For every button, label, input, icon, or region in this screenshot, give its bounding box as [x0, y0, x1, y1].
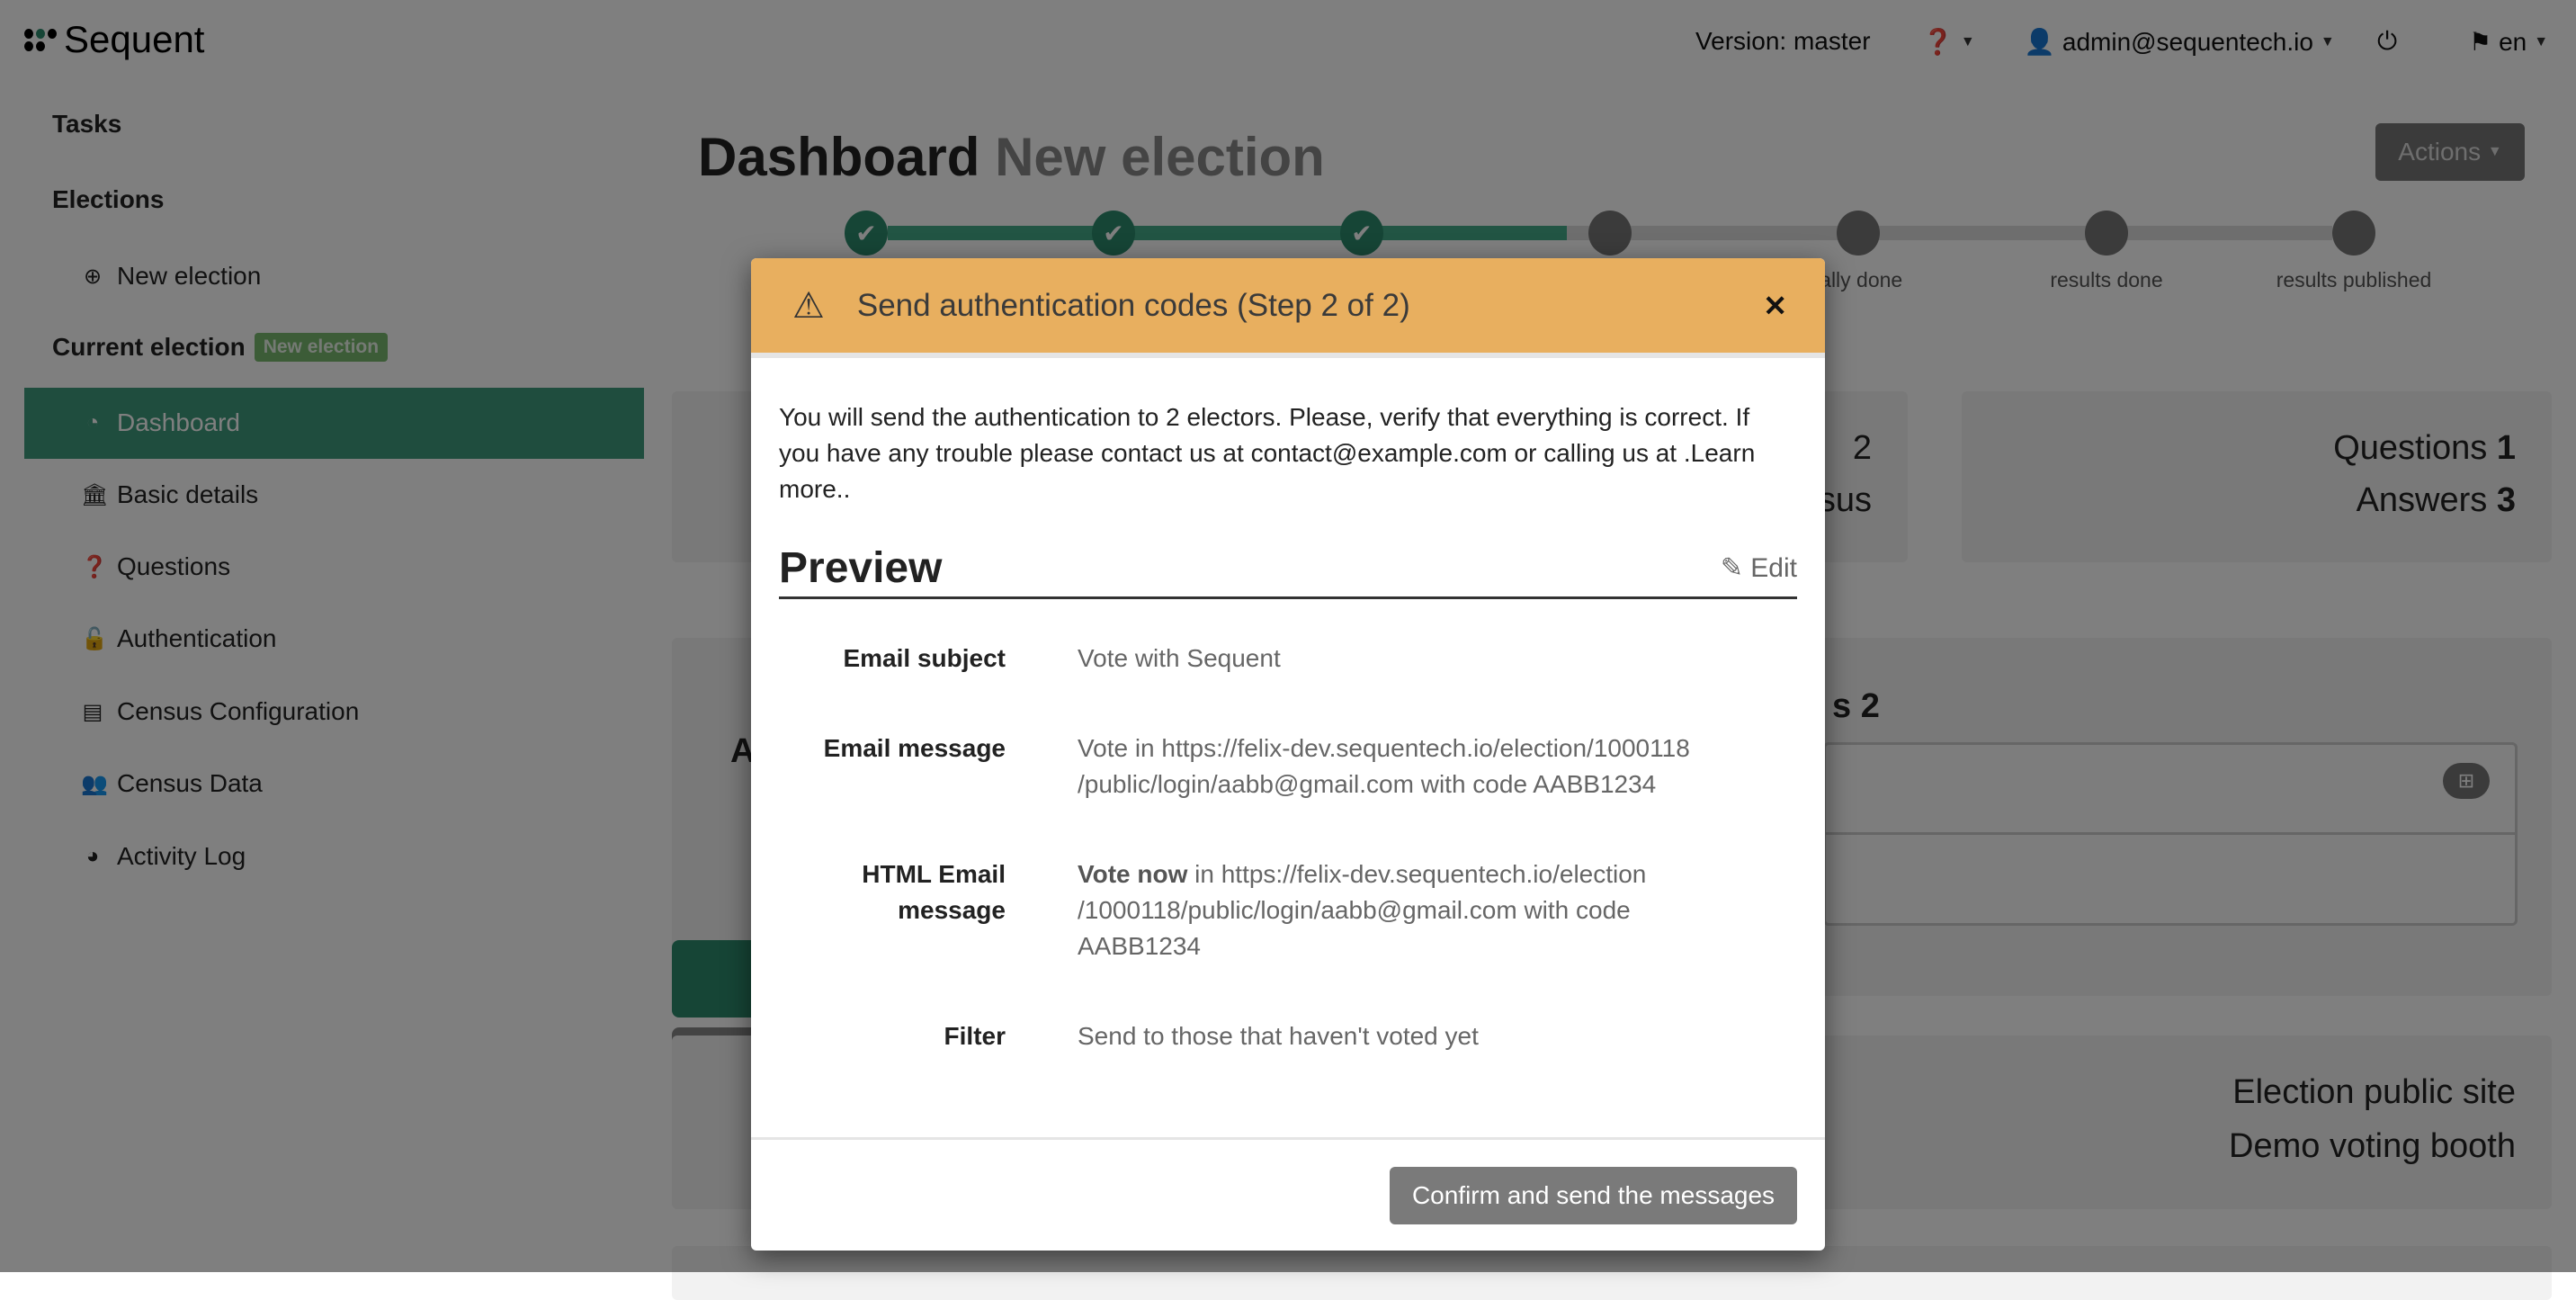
- preview-row-message: Email message Vote in https://felix-dev.s…: [823, 734, 1690, 798]
- close-icon[interactable]: ✕: [1763, 289, 1787, 323]
- edit-button[interactable]: ✎ Edit: [1721, 552, 1797, 584]
- preview-row-subject: Email subject Vote with Sequent: [843, 644, 1281, 672]
- preview-row-filter: Filter Send to those that haven't voted y…: [944, 1022, 1479, 1050]
- send-codes-modal: ⚠ Send authentication codes (Step 2 of 2…: [751, 258, 1825, 1251]
- modal-intro: You will send the authentication to 2 el…: [779, 403, 1756, 503]
- preview-header: Preview ✎ Edit: [779, 543, 1797, 599]
- modal-header: ⚠ Send authentication codes (Step 2 of 2…: [751, 258, 1825, 358]
- modal-title: Send authentication codes (Step 2 of 2): [856, 287, 1410, 323]
- pencil-icon: ✎: [1720, 553, 1743, 583]
- confirm-send-button[interactable]: Confirm and send the messages: [1390, 1167, 1797, 1224]
- warning-icon: ⚠: [792, 285, 825, 326]
- preview-row-html-message: HTML Email message Vote now in https://fe…: [862, 860, 1647, 960]
- modal-footer-divider: [751, 1137, 1825, 1140]
